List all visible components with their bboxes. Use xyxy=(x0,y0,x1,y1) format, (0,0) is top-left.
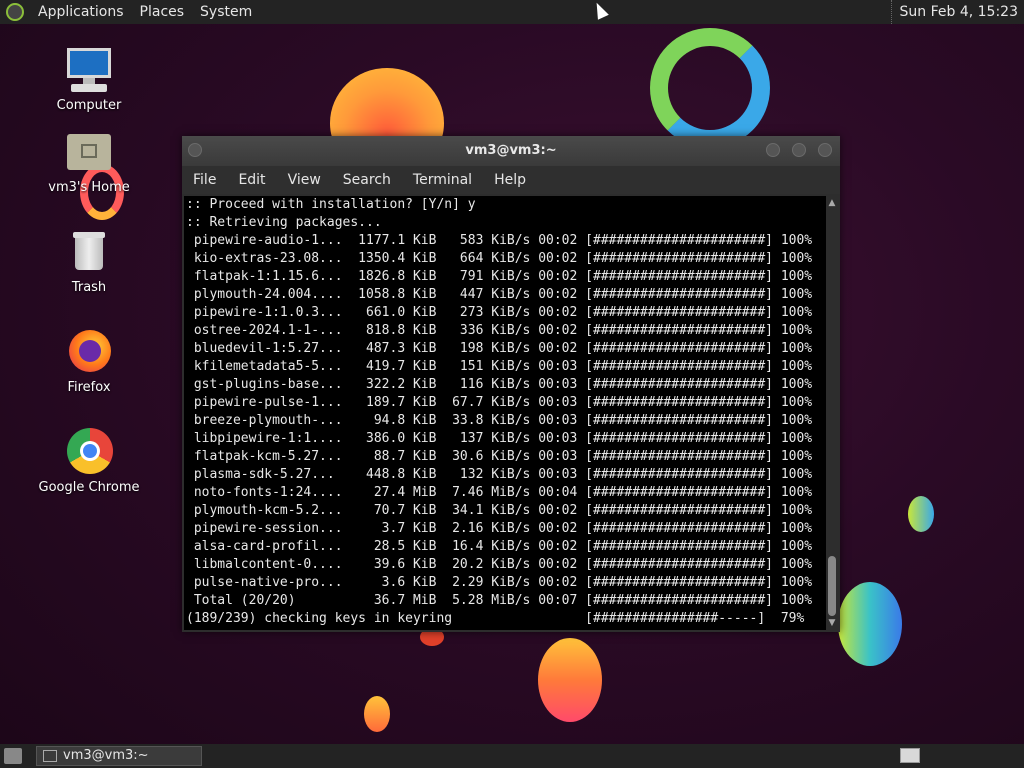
terminal-line: libmalcontent-0.... 39.6 KiB 20.2 KiB/s … xyxy=(186,557,813,572)
decor-blue-circle xyxy=(908,496,934,532)
workspace-switcher-icon[interactable] xyxy=(900,748,920,763)
minimize-icon[interactable] xyxy=(766,143,780,157)
terminal-line: kfilemetadata5-5... 419.7 KiB 151 KiB/s … xyxy=(186,359,813,374)
menu-edit[interactable]: Edit xyxy=(227,172,276,188)
terminal-menubar: File Edit View Search Terminal Help xyxy=(182,166,840,194)
terminal-line: noto-fonts-1:24.... 27.4 MiB 7.46 MiB/s … xyxy=(186,485,813,500)
desktop-icon-chrome[interactable]: Google Chrome xyxy=(34,428,144,495)
menu-search[interactable]: Search xyxy=(332,172,402,188)
trash-icon xyxy=(65,228,113,276)
terminal-line: plymouth-kcm-5.2... 70.7 KiB 34.1 KiB/s … xyxy=(186,503,813,518)
taskbar-terminal-button[interactable]: vm3@vm3:~ xyxy=(36,746,202,766)
computer-icon xyxy=(65,46,113,94)
menu-file[interactable]: File xyxy=(182,172,227,188)
decor-orange-oval xyxy=(538,638,602,722)
menu-terminal[interactable]: Terminal xyxy=(402,172,483,188)
terminal-line: pipewire-1:1.0.3... 661.0 KiB 273 KiB/s … xyxy=(186,305,813,320)
terminal-line: pulse-native-pro... 3.6 KiB 2.29 KiB/s 0… xyxy=(186,575,813,590)
bottom-panel: vm3@vm3:~ xyxy=(0,744,1024,768)
taskbar-label: vm3@vm3:~ xyxy=(63,748,149,763)
firefox-icon xyxy=(65,328,113,376)
terminal-title: vm3@vm3:~ xyxy=(465,143,557,158)
desktop-icon-home[interactable]: vm3's Home xyxy=(34,128,144,195)
desktop-icon-trash[interactable]: Trash xyxy=(34,228,144,295)
terminal-line: Total (20/20) 36.7 MiB 5.28 MiB/s 00:07 … xyxy=(186,593,813,608)
terminal-window: vm3@vm3:~ File Edit View Search Terminal… xyxy=(182,136,840,632)
terminal-line: :: Proceed with installation? [Y/n] y xyxy=(186,197,476,212)
scrollbar-thumb[interactable] xyxy=(828,556,836,616)
terminal-line: plymouth-24.004.... 1058.8 KiB 447 KiB/s… xyxy=(186,287,813,302)
decor-ring xyxy=(650,28,770,148)
terminal-line: ostree-2024.1-1-... 818.8 KiB 336 KiB/s … xyxy=(186,323,813,338)
home-folder-icon xyxy=(65,128,113,176)
terminal-line: gst-plugins-base... 322.2 KiB 116 KiB/s … xyxy=(186,377,813,392)
decor-green-blue-circle xyxy=(838,582,902,666)
chrome-icon xyxy=(65,428,113,476)
menu-system[interactable]: System xyxy=(192,0,260,24)
scroll-up-icon[interactable]: ▲ xyxy=(826,198,838,208)
terminal-scrollbar[interactable]: ▲ ▼ xyxy=(826,196,838,630)
desktop-icon-label: Google Chrome xyxy=(38,480,140,495)
terminal-output[interactable]: :: Proceed with installation? [Y/n] y ::… xyxy=(184,196,826,630)
terminal-line: (189/239) checking keys in keyring [####… xyxy=(186,611,805,626)
terminal-line: libpipewire-1:1.... 386.0 KiB 137 KiB/s … xyxy=(186,431,813,446)
terminal-line: alsa-card-profil... 28.5 KiB 16.4 KiB/s … xyxy=(186,539,813,554)
desktop-icon-label: Firefox xyxy=(67,380,111,395)
top-panel: Applications Places System Sun Feb 4, 15… xyxy=(0,0,1024,24)
desktop-icon-computer[interactable]: Computer xyxy=(34,46,144,113)
desktop-icon-label: Computer xyxy=(56,98,122,113)
show-desktop-icon[interactable] xyxy=(4,748,22,764)
terminal-line: pipewire-pulse-1... 189.7 KiB 67.7 KiB/s… xyxy=(186,395,813,410)
terminal-line: kio-extras-23.08... 1350.4 KiB 664 KiB/s… xyxy=(186,251,813,266)
terminal-line: plasma-sdk-5.27... 448.8 KiB 132 KiB/s 0… xyxy=(186,467,813,482)
menu-places[interactable]: Places xyxy=(132,0,193,24)
decor-small-orange xyxy=(364,696,390,732)
menu-applications[interactable]: Applications xyxy=(30,0,132,24)
window-menu-icon[interactable] xyxy=(188,143,202,157)
desktop-icon-firefox[interactable]: Firefox xyxy=(34,328,144,395)
terminal-titlebar[interactable]: vm3@vm3:~ xyxy=(182,136,840,166)
terminal-icon xyxy=(43,749,57,762)
terminal-line: breeze-plymouth-... 94.8 KiB 33.8 KiB/s … xyxy=(186,413,813,428)
panel-clock[interactable]: Sun Feb 4, 15:23 xyxy=(890,0,1018,24)
terminal-line: pipewire-audio-1... 1177.1 KiB 583 KiB/s… xyxy=(186,233,813,248)
distro-logo-icon[interactable] xyxy=(6,3,24,21)
terminal-line: flatpak-kcm-5.27... 88.7 KiB 30.6 KiB/s … xyxy=(186,449,813,464)
desktop-icon-label: vm3's Home xyxy=(48,180,130,195)
scroll-down-icon[interactable]: ▼ xyxy=(826,618,838,628)
menu-help[interactable]: Help xyxy=(483,172,537,188)
close-icon[interactable] xyxy=(818,143,832,157)
terminal-line: :: Retrieving packages... xyxy=(186,215,382,230)
terminal-line: bluedevil-1:5.27... 487.3 KiB 198 KiB/s … xyxy=(186,341,813,356)
desktop-icon-label: Trash xyxy=(71,280,107,295)
maximize-icon[interactable] xyxy=(792,143,806,157)
terminal-line: pipewire-session... 3.7 KiB 2.16 KiB/s 0… xyxy=(186,521,813,536)
terminal-line: flatpak-1:1.15.6... 1826.8 KiB 791 KiB/s… xyxy=(186,269,813,284)
menu-view[interactable]: View xyxy=(277,172,332,188)
